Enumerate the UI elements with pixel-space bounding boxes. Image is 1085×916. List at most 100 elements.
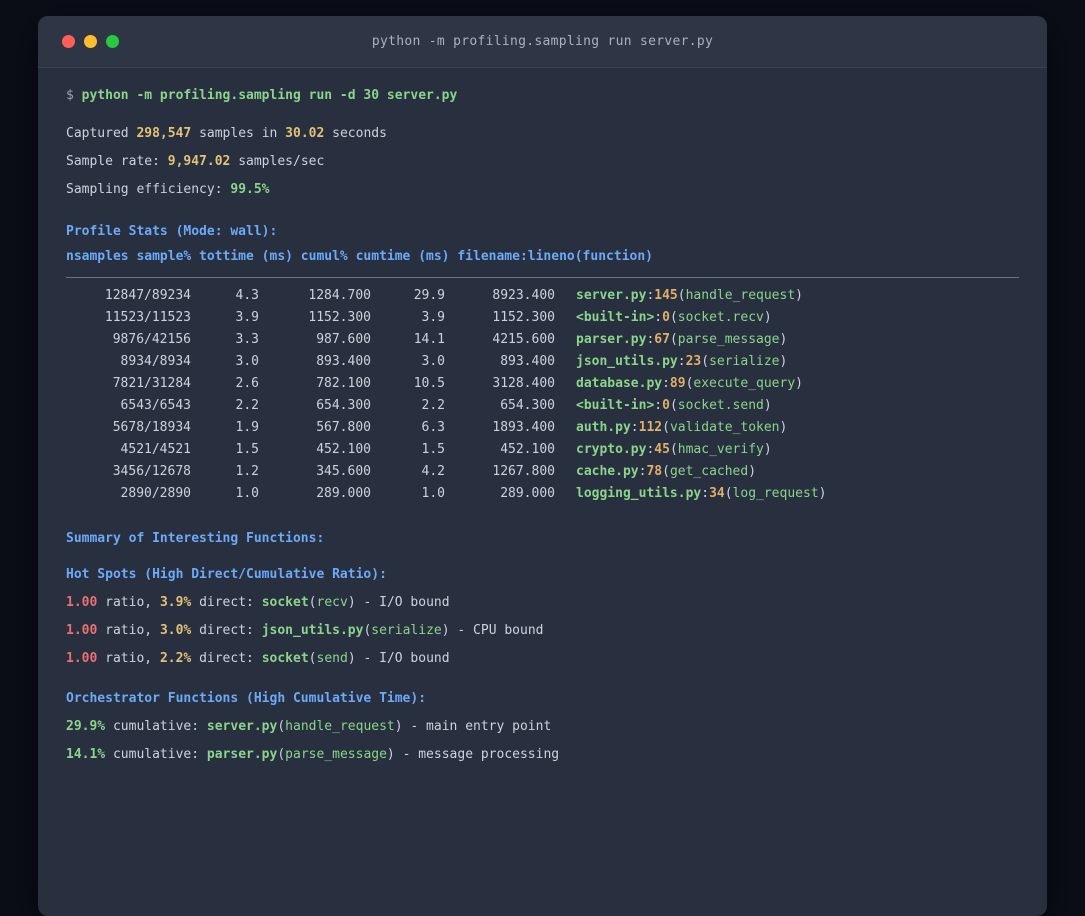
captured-prefix: Captured — [66, 126, 137, 141]
cell-cumul-pct: 29.9 — [413, 288, 445, 303]
ratio-value: 1.00 — [66, 595, 98, 610]
cell-nsamples: 3456/12678 — [112, 464, 191, 479]
location-function: handle_request — [685, 288, 796, 303]
cell-tottime: 1152.300 — [308, 310, 371, 325]
location-lineno: 0 — [662, 310, 670, 325]
location-file: <built-in> — [576, 398, 655, 413]
cell-nsamples: 11523/11523 — [104, 310, 191, 325]
hot-spots-list: 1.00 ratio, 3.9% direct: socket(recv) - … — [66, 589, 1019, 673]
location-lineno: 34 — [709, 486, 725, 501]
cell-sample-pct: 1.9 — [235, 420, 259, 435]
stats-row: 5678/18934 1.9 567.800 6.3 1893.400 auth.py:1… — [66, 417, 1019, 439]
orchestrator-item: 29.9% cumulative: server.py(handle_reque… — [66, 719, 552, 734]
stats-row: 2890/2890 1.0 289.000 1.0 289.000 logging_uti… — [66, 483, 1019, 505]
location-file: logging_utils.py — [576, 486, 702, 501]
cell-location: json_utils.py:23(serialize) — [576, 354, 788, 369]
cell-cumtime: 1152.300 — [492, 310, 555, 325]
orchestrator-note: - main entry point — [402, 719, 552, 734]
location-file: server.py — [576, 288, 647, 303]
cell-location: server.py:145(handle_request) — [576, 288, 803, 303]
cell-cumtime: 1267.800 — [492, 464, 555, 479]
cell-location: logging_utils.py:34(log_request) — [576, 486, 827, 501]
stats-row: 4521/4521 1.5 452.100 1.5 452.100 crypto.py:4… — [66, 439, 1019, 461]
cell-cumtime: 452.100 — [500, 442, 555, 457]
cell-nsamples: 12847/89234 — [104, 288, 191, 303]
cell-nsamples: 8934/8934 — [120, 354, 191, 369]
cell-sample-pct: 3.0 — [235, 354, 259, 369]
cell-tottime: 289.000 — [316, 486, 371, 501]
cell-sample-pct: 2.2 — [235, 398, 259, 413]
efficiency-value: 99.5% — [230, 182, 270, 197]
captured-mid: samples in — [191, 126, 286, 141]
location-file: crypto.py — [576, 442, 647, 457]
captured-suffix: seconds — [324, 126, 387, 141]
cell-tottime: 567.800 — [316, 420, 371, 435]
location-function: hmac_verify — [677, 442, 764, 457]
stats-row: 12847/89234 4.3 1284.700 29.9 8923.400 server… — [66, 285, 1019, 307]
cell-cumul-pct: 14.1 — [413, 332, 445, 347]
location-lineno: 0 — [662, 398, 670, 413]
location-lineno: 112 — [638, 420, 663, 435]
shell-command: python -m profiling.sampling run -d 30 s… — [81, 88, 458, 103]
cumulative-pct: 14.1% — [66, 747, 106, 762]
cell-sample-pct: 1.0 — [235, 486, 259, 501]
duration-seconds: 30.02 — [285, 126, 325, 141]
cell-location: auth.py:112(validate_token) — [576, 420, 788, 435]
cell-cumul-pct: 6.3 — [421, 420, 445, 435]
cell-sample-pct: 3.9 — [235, 310, 259, 325]
sample-rate-suffix: samples/sec — [230, 154, 325, 169]
sample-rate-value: 9,947.02 — [167, 154, 231, 169]
location-file: json_utils.py — [576, 354, 678, 369]
location-function: validate_token — [669, 420, 780, 435]
cell-cumul-pct: 3.0 — [421, 354, 445, 369]
cell-tottime: 782.100 — [316, 376, 371, 391]
cell-cumul-pct: 4.2 — [421, 464, 445, 479]
orchestrator-file: server.py — [206, 719, 278, 734]
cell-sample-pct: 4.3 — [235, 288, 259, 303]
efficiency-label: Sampling efficiency: — [66, 182, 231, 197]
location-lineno: 23 — [685, 354, 702, 369]
hot-spot-item: 1.00 ratio, 2.2% direct: socket(send) - … — [66, 651, 450, 666]
location-function: socket.recv — [677, 310, 764, 325]
sample-rate-label: Sample rate: — [66, 154, 168, 169]
cell-nsamples: 4521/4521 — [120, 442, 191, 457]
cell-location: crypto.py:45(hmac_verify) — [576, 442, 772, 457]
cell-cumul-pct: 3.9 — [421, 310, 445, 325]
samples-count: 298,547 — [136, 126, 192, 141]
hot-spots-heading: Hot Spots (High Direct/Cumulative Ratio)… — [66, 567, 387, 582]
cell-cumtime: 1893.400 — [492, 420, 555, 435]
stats-row: 7821/31284 2.6 782.100 10.5 3128.400 database… — [66, 373, 1019, 395]
table-divider — [66, 277, 1019, 278]
orchestrator-note: - message processing — [394, 747, 560, 762]
cell-cumtime: 893.400 — [500, 354, 555, 369]
cell-cumtime: 4215.600 — [492, 332, 555, 347]
cell-cumul-pct: 2.2 — [421, 398, 445, 413]
hot-spot-file: socket — [261, 595, 309, 610]
cell-tottime: 654.300 — [316, 398, 371, 413]
cell-tottime: 345.600 — [316, 464, 371, 479]
cell-cumtime: 8923.400 — [492, 288, 555, 303]
cell-cumul-pct: 1.5 — [421, 442, 445, 457]
stats-row: 6543/6543 2.2 654.300 2.2 654.300 <built-in>:… — [66, 395, 1019, 417]
cell-cumul-pct: 10.5 — [413, 376, 445, 391]
location-lineno: 145 — [654, 288, 678, 303]
location-function: log_request — [732, 486, 819, 501]
terminal-output[interactable]: $ python -m profiling.sampling run -d 30… — [38, 68, 1047, 789]
stats-row: 9876/42156 3.3 987.600 14.1 4215.600 parser.p… — [66, 329, 1019, 351]
efficiency-line: Sampling efficiency: 99.5% — [66, 176, 1019, 204]
orchestrator-function: parse_message — [285, 747, 387, 762]
location-file: database.py — [576, 376, 663, 391]
titlebar[interactable]: python -m profiling.sampling run server.… — [38, 16, 1047, 68]
location-function: execute_query — [693, 376, 796, 391]
hot-spot-item: 1.00 ratio, 3.0% direct: json_utils.py(s… — [66, 623, 544, 638]
shell-prompt: $ — [66, 88, 82, 103]
cell-tottime: 452.100 — [316, 442, 371, 457]
location-lineno: 67 — [654, 332, 670, 347]
location-lineno: 89 — [669, 376, 686, 391]
terminal-window: python -m profiling.sampling run server.… — [38, 16, 1047, 916]
cell-nsamples: 7821/31284 — [112, 376, 191, 391]
cell-cumtime: 3128.400 — [492, 376, 555, 391]
orchestrator-item: 14.1% cumulative: parser.py(parse_messag… — [66, 747, 560, 762]
direct-pct: 3.9% — [159, 595, 192, 610]
summary-heading: Summary of Interesting Functions: — [66, 531, 325, 546]
